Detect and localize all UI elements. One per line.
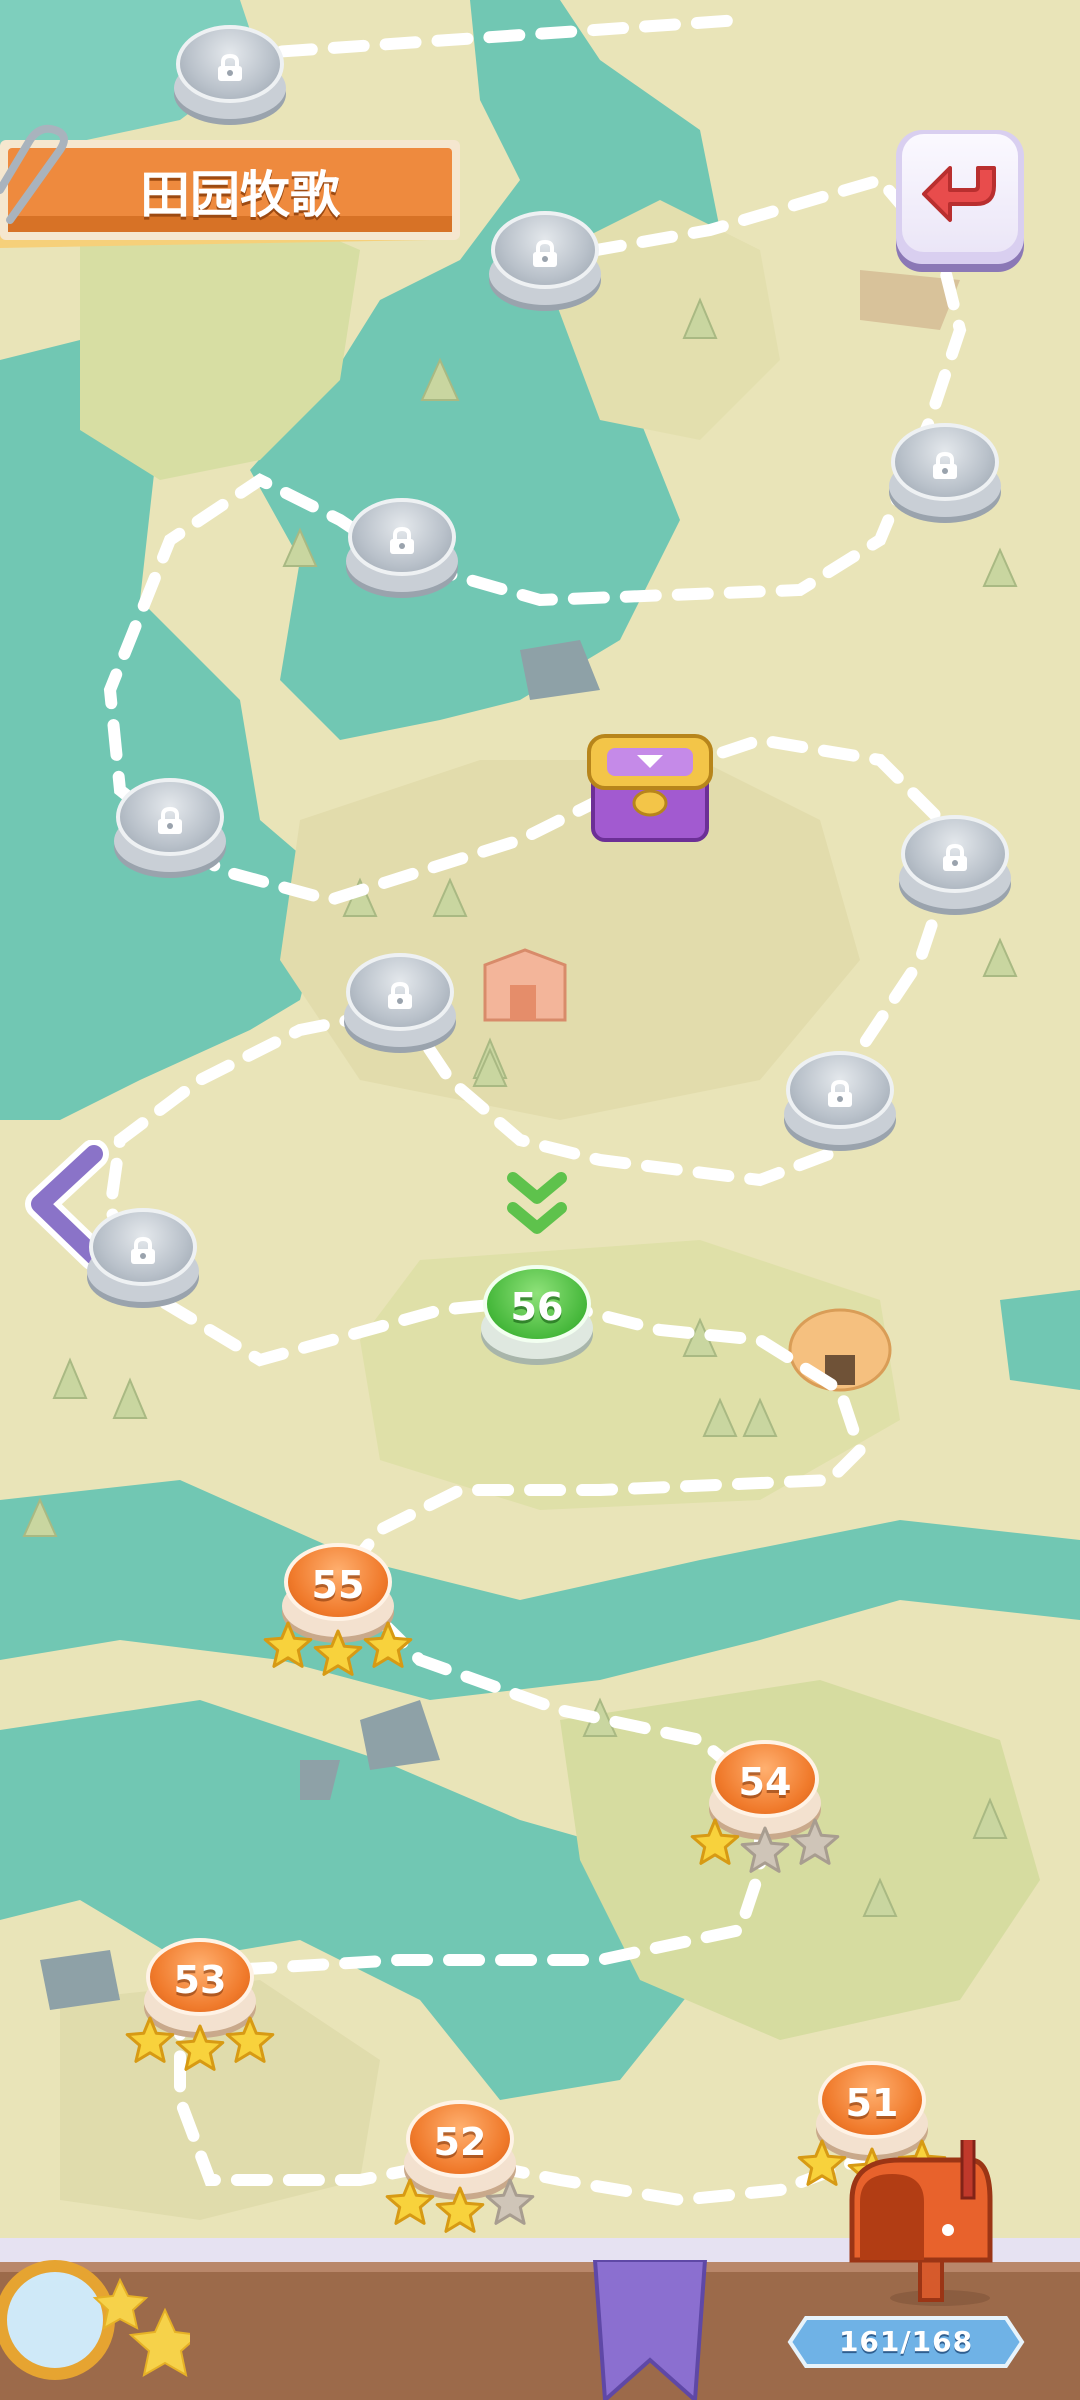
- level-node-locked[interactable]: [780, 1043, 900, 1153]
- star-filled-icon: [125, 2016, 175, 2063]
- level-node-52[interactable]: 52: [385, 2092, 535, 2233]
- star-rating: [125, 2016, 275, 2071]
- level-number: 56: [510, 1285, 564, 1329]
- level-number: 51: [845, 2081, 899, 2125]
- level-node-53[interactable]: 53: [125, 1930, 275, 2071]
- progress-count: 161/168: [838, 2325, 974, 2358]
- lock-icon: [131, 1236, 155, 1264]
- level-node-locked[interactable]: [170, 17, 290, 127]
- paperclip-icon: [0, 124, 68, 224]
- star-filled-icon: [385, 2178, 435, 2225]
- lock-icon: [390, 526, 414, 554]
- star-empty-icon: [740, 1826, 790, 1873]
- mailbox-icon[interactable]: [840, 2140, 1010, 2310]
- lock-icon: [943, 843, 967, 871]
- lock-icon: [933, 451, 957, 479]
- star-filled-icon: [225, 2016, 275, 2063]
- bookmark-ribbon-icon: [592, 2260, 708, 2400]
- level-node-locked[interactable]: [340, 945, 460, 1055]
- star-filled-icon: [797, 2139, 847, 2186]
- hut-icon: [788, 1308, 892, 1392]
- lock-icon: [158, 806, 182, 834]
- lock-icon: [828, 1079, 852, 1107]
- level-number: 52: [433, 2120, 487, 2164]
- star-empty-icon: [485, 2178, 535, 2225]
- level-node-54[interactable]: 54: [690, 1732, 840, 1873]
- star-rating: [385, 2178, 535, 2233]
- level-number: 55: [311, 1563, 365, 1607]
- level-node-56[interactable]: 56: [477, 1257, 597, 1367]
- page-title: 田园牧歌: [140, 166, 340, 224]
- star-rating: [690, 1818, 840, 1873]
- level-number: 53: [173, 1958, 227, 2002]
- level-node-locked[interactable]: [885, 415, 1005, 525]
- farm-house-icon: [483, 948, 567, 1022]
- level-node-locked[interactable]: [83, 1200, 203, 1310]
- chevron-down-icon: [507, 1172, 567, 1234]
- level-node-55[interactable]: 55: [263, 1535, 413, 1676]
- star-filled-icon: [435, 2186, 485, 2233]
- level-number: 54: [738, 1760, 792, 1804]
- star-filled-icon: [263, 1621, 313, 1668]
- star-empty-icon: [790, 1818, 840, 1865]
- return-arrow-icon: [922, 166, 996, 222]
- level-node-locked[interactable]: [342, 490, 462, 600]
- level-node-locked[interactable]: [485, 203, 605, 313]
- treasure-chest-icon[interactable]: [585, 728, 715, 848]
- level-map: 田园牧歌 56 55 54 53 52 51 161/168: [0, 0, 1080, 2400]
- star-filled-icon: [175, 2024, 225, 2071]
- level-node-locked[interactable]: [895, 807, 1015, 917]
- star-filled-icon: [313, 1629, 363, 1676]
- level-node-locked[interactable]: [110, 770, 230, 880]
- star-filled-icon: [690, 1818, 740, 1865]
- star-filled-icon: [363, 1621, 413, 1668]
- lock-icon: [218, 53, 242, 81]
- lock-icon: [388, 981, 412, 1009]
- magnifier-icon[interactable]: [0, 2250, 190, 2400]
- star-rating: [263, 1621, 413, 1676]
- back-button[interactable]: [896, 130, 1024, 264]
- lock-icon: [533, 239, 557, 267]
